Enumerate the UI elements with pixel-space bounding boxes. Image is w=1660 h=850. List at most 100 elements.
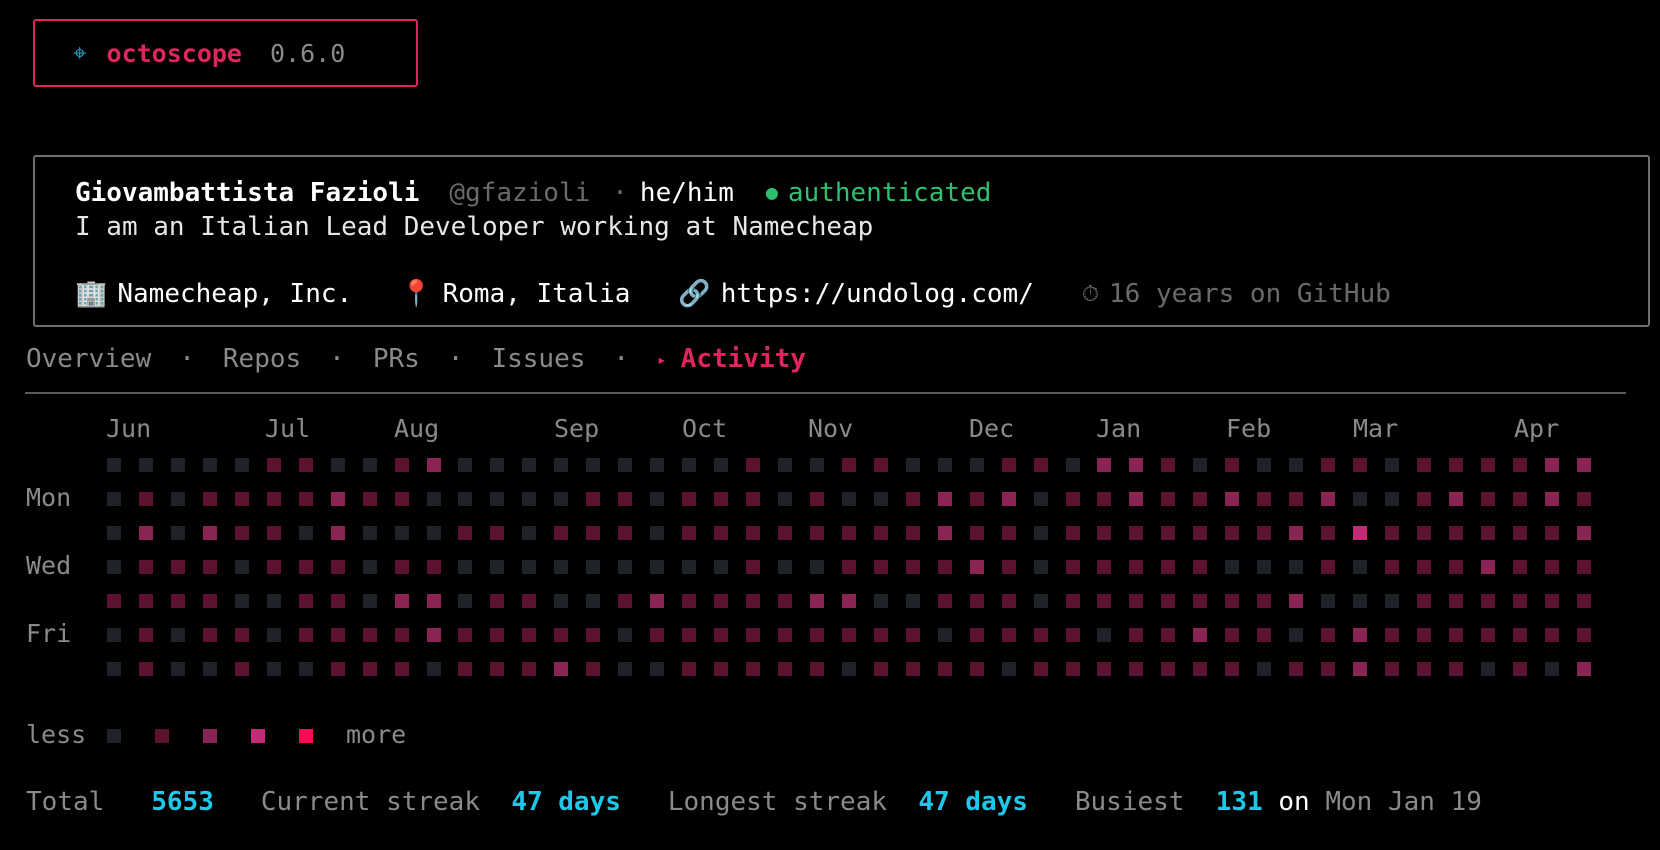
heatmap-cell: [1034, 594, 1048, 608]
heatmap-cell: [139, 662, 153, 676]
heatmap-cell: [1481, 526, 1495, 540]
heatmap-cell: [1545, 492, 1559, 506]
heatmap-cell: [586, 594, 600, 608]
heatmap-cell: [554, 662, 568, 676]
heatmap-cell: [1257, 594, 1271, 608]
heatmap-cell: [1034, 662, 1048, 676]
heatmap-cell: [1097, 662, 1111, 676]
app-version: 0.6.0: [269, 38, 346, 68]
heatmap-cell: [1513, 560, 1527, 574]
heatmap-cell: [1193, 594, 1207, 608]
heatmap-cell: [938, 594, 952, 608]
pin-icon: 📍: [400, 279, 433, 309]
month-label: Aug: [394, 414, 440, 443]
heatmap-cell: [427, 560, 441, 574]
tab-repos[interactable]: Repos: [223, 344, 301, 374]
longest-streak-label: Longest streak: [667, 787, 888, 817]
heatmap-cell: [203, 594, 217, 608]
heatmap-cell: [395, 492, 409, 506]
heatmap-cell: [267, 662, 281, 676]
heatmap-cell: [395, 628, 409, 642]
app-brand: ⌖ octoscope 0.6.0: [33, 19, 418, 87]
app-name: octoscope: [106, 38, 242, 68]
heatmap-cell: [682, 526, 696, 540]
longest-streak-value: 47 days: [918, 787, 1028, 817]
heatmap-cell: [203, 662, 217, 676]
heatmap-cell: [267, 628, 281, 642]
heatmap-cell: [267, 526, 281, 540]
heatmap-cell: [1321, 594, 1335, 608]
heatmap-cell: [714, 628, 728, 642]
heatmap-cell: [299, 458, 313, 472]
heatmap-cell: [650, 560, 664, 574]
heatmap-cell: [1193, 662, 1207, 676]
tab-separator: ·: [613, 344, 630, 374]
tab-activity[interactable]: Activity: [681, 344, 806, 374]
tab-issues[interactable]: Issues: [491, 344, 585, 374]
heatmap-cell: [139, 628, 153, 642]
heatmap-cell: [874, 662, 888, 676]
heatmap-cell: [490, 492, 504, 506]
busiest-date: Mon Jan 19: [1325, 787, 1482, 817]
heatmap-cell: [586, 628, 600, 642]
heatmap-cell: [650, 458, 664, 472]
tab-prs[interactable]: PRs: [373, 344, 420, 374]
tab-separator: ·: [179, 344, 195, 374]
user-handle[interactable]: @gfazioli: [449, 178, 590, 208]
heatmap-cell: [618, 662, 632, 676]
heatmap-cell: [522, 560, 536, 574]
heatmap-cell: [1161, 662, 1175, 676]
heatmap-cell: [778, 526, 792, 540]
heatmap-cell: [107, 458, 121, 472]
heatmap-cell: [1034, 526, 1048, 540]
heatmap-cell: [522, 526, 536, 540]
heatmap-cell: [1449, 662, 1463, 676]
heatmap-cell: [810, 662, 824, 676]
busiest-label: Busiest: [1074, 787, 1185, 817]
heatmap-cell: [1193, 458, 1207, 472]
heatmap-cell: [842, 628, 856, 642]
heatmap-cell: [1353, 526, 1367, 540]
user-website[interactable]: https://undolog.com/: [721, 279, 1034, 309]
heatmap-cell: [1545, 662, 1559, 676]
heatmap-cell: [1481, 628, 1495, 642]
day-label: Mon: [26, 483, 72, 512]
heatmap-cell: [746, 458, 760, 472]
heatmap-cell: [554, 628, 568, 642]
heatmap-cell: [1449, 628, 1463, 642]
heatmap-cell: [1417, 628, 1431, 642]
total-label: Total: [26, 787, 105, 817]
heatmap-cell: [1513, 526, 1527, 540]
heatmap-cell: [1417, 458, 1431, 472]
heatmap-cell: [267, 594, 281, 608]
heatmap-cell: [1161, 594, 1175, 608]
auth-status: authenticated: [787, 178, 992, 208]
heatmap-cell: [1481, 492, 1495, 506]
heatmap-cell: [746, 594, 760, 608]
heatmap-cell: [1481, 458, 1495, 472]
separator: ·: [612, 178, 628, 208]
heatmap-cell: [1353, 594, 1367, 608]
heatmap-cell: [522, 628, 536, 642]
heatmap-cell: [1449, 492, 1463, 506]
heatmap-cell: [1225, 492, 1239, 506]
heatmap-cell: [1353, 628, 1367, 642]
total-value: 5653: [151, 787, 214, 817]
heatmap-cell: [714, 560, 728, 574]
tab-bar: Overview · Repos · PRs · Issues · ▸ Acti…: [26, 344, 806, 374]
heatmap-cell: [1353, 662, 1367, 676]
heatmap-cell: [842, 662, 856, 676]
heatmap-cell: [1129, 560, 1143, 574]
tab-overview[interactable]: Overview: [26, 344, 151, 374]
heatmap-cell: [1577, 662, 1591, 676]
month-label: Jul: [265, 414, 311, 443]
heatmap-cell: [395, 458, 409, 472]
heatmap-cell: [618, 458, 632, 472]
heatmap-cell: [1481, 560, 1495, 574]
heatmap-cell: [427, 594, 441, 608]
heatmap-cell: [810, 594, 824, 608]
month-label: Jan: [1096, 414, 1142, 443]
heatmap-cell: [778, 458, 792, 472]
heatmap-cell: [331, 492, 345, 506]
building-icon: 🏢: [75, 279, 108, 309]
